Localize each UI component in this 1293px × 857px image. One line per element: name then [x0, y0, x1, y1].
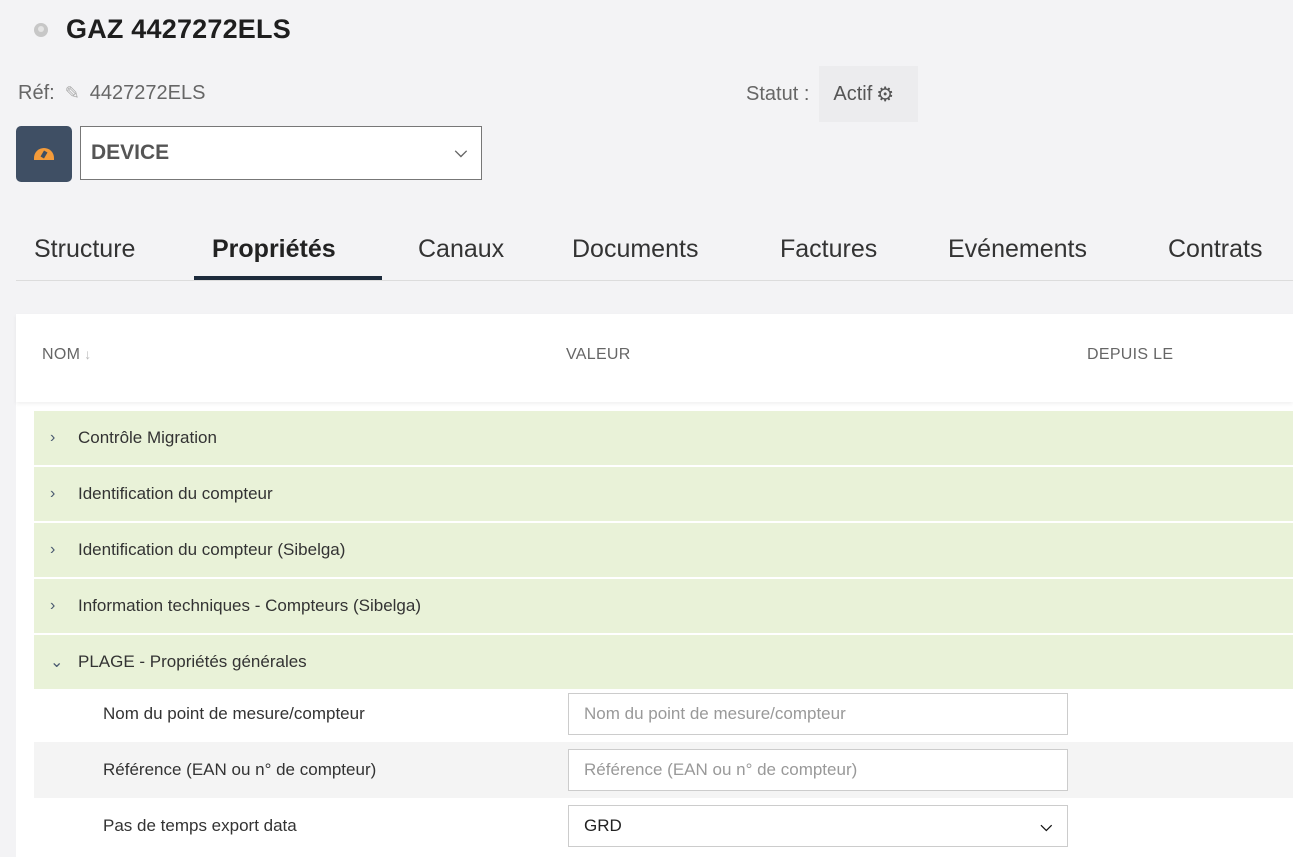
reference-value: 4427272ELS — [89, 82, 206, 104]
gear-icon[interactable]: ⚙ — [876, 82, 894, 107]
export-timestep-select[interactable]: GRD ⌵ — [568, 805, 1068, 847]
device-type-button[interactable] — [16, 126, 72, 182]
group-row[interactable]: › Identification du compteur — [34, 467, 1293, 521]
property-row: Pas de temps export data GRD ⌵ — [34, 798, 1293, 854]
chevron-down-icon: ⌵ — [1040, 817, 1052, 835]
globe-icon — [34, 22, 48, 37]
status-badge[interactable]: Actif ⚙ — [819, 66, 919, 122]
reference-line: Réf: ✎ 4427272ELS — [18, 82, 205, 105]
group-label: Identification du compteur (Sibelga) — [78, 540, 346, 559]
page-header: GAZ 4427272ELS — [34, 14, 291, 45]
properties-table: NOM ↓ VALEUR DEPUIS LE › Contrôle Migrati… — [16, 314, 1293, 857]
measurement-point-name-input[interactable] — [568, 693, 1068, 735]
group-label: PLAGE - Propriétés générales — [78, 652, 307, 671]
chevron-right-icon: › — [50, 597, 56, 614]
group-row[interactable]: › Identification du compteur (Sibelga) — [34, 523, 1293, 577]
property-row: Référence (EAN ou n° de compteur) — [34, 742, 1293, 798]
property-label: Nom du point de mesure/compteur — [103, 704, 365, 723]
chevron-right-icon: › — [50, 429, 56, 446]
group-label: Information techniques - Compteurs (Sibe… — [78, 596, 421, 615]
column-header-value: VALEUR — [566, 346, 631, 363]
chevron-down-icon: ⌄ — [50, 654, 64, 671]
tab-canaux[interactable]: Canaux — [418, 220, 504, 278]
chevron-down-icon: ⌵ — [454, 144, 467, 161]
property-row: Nom du point de mesure/compteur — [34, 686, 1293, 742]
tab-structure[interactable]: Structure — [34, 220, 135, 278]
status-label: Statut : — [746, 82, 810, 105]
chevron-right-icon: › — [50, 485, 56, 502]
group-label: Contrôle Migration — [78, 428, 217, 447]
chevron-right-icon: › — [50, 541, 56, 558]
page-title: GAZ 4427272ELS — [66, 14, 291, 44]
property-label: Pas de temps export data — [103, 816, 297, 835]
column-name-label: NOM — [42, 346, 81, 363]
tab-bar: Structure Propriétés Canaux Documents Fa… — [16, 220, 1293, 281]
status-area: Statut : Actif ⚙ — [746, 66, 919, 122]
column-header-name[interactable]: NOM ↓ — [42, 346, 92, 364]
reference-ean-input[interactable] — [568, 749, 1068, 791]
group-row-expanded[interactable]: ⌄ PLAGE - Propriétés générales — [34, 635, 1293, 689]
device-type-select[interactable]: DEVICE ⌵ — [80, 126, 482, 180]
tab-factures[interactable]: Factures — [780, 220, 877, 278]
reference-label: Réf: — [18, 82, 55, 104]
tab-evenements[interactable]: Evénements — [948, 220, 1087, 278]
group-row[interactable]: › Contrôle Migration — [34, 411, 1293, 465]
sort-down-icon[interactable]: ↓ — [84, 346, 91, 362]
gauge-icon — [34, 148, 54, 160]
table-header: NOM ↓ VALEUR DEPUIS LE — [16, 314, 1293, 402]
group-row[interactable]: › Information techniques - Compteurs (Si… — [34, 579, 1293, 633]
tab-documents[interactable]: Documents — [572, 220, 698, 278]
type-row: DEVICE ⌵ — [16, 126, 482, 182]
tab-proprietes[interactable]: Propriétés — [212, 220, 336, 278]
tab-contrats[interactable]: Contrats — [1168, 220, 1262, 278]
export-timestep-value: GRD — [584, 816, 622, 835]
property-label: Référence (EAN ou n° de compteur) — [103, 760, 377, 779]
pencil-icon[interactable]: ✎ — [65, 83, 80, 104]
column-header-since: DEPUIS LE — [1087, 346, 1174, 363]
group-label: Identification du compteur — [78, 484, 273, 503]
status-value: Actif — [833, 82, 873, 105]
device-type-value: DEVICE — [91, 141, 170, 164]
active-tab-indicator — [194, 276, 382, 280]
